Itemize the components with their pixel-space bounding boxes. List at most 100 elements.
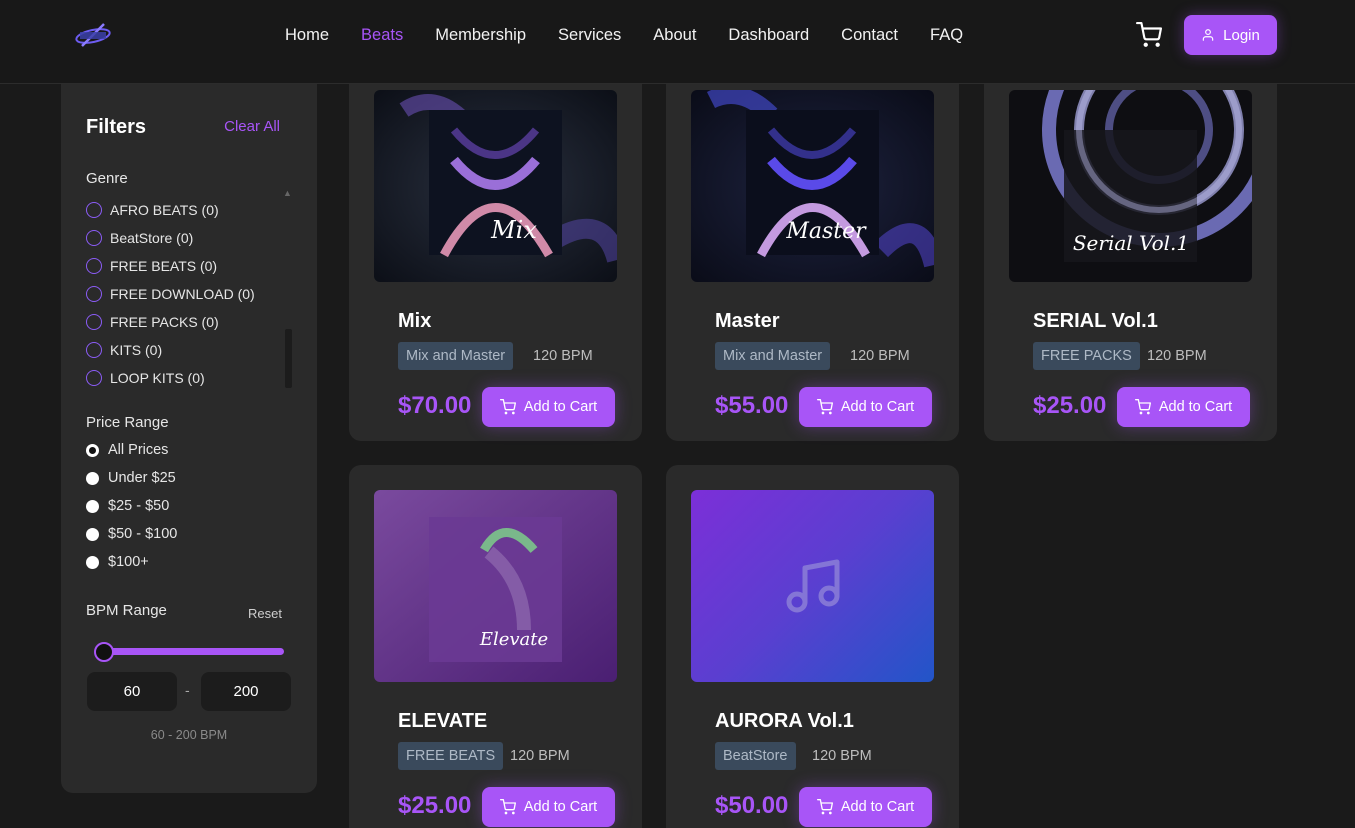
nav-dashboard[interactable]: Dashboard — [728, 24, 809, 46]
genre-scrollbar[interactable] — [285, 329, 292, 388]
nav-home[interactable]: Home — [285, 24, 329, 46]
bpm-value: 120 BPM — [1147, 348, 1207, 364]
beat-title[interactable]: Master — [715, 310, 779, 333]
price-option-label: Under $25 — [108, 470, 176, 486]
beat-card[interactable]: Mix Mix Mix and Master 120 BPM $70.00 Ad… — [349, 65, 642, 441]
genre-option-label: KITS (0) — [110, 342, 163, 358]
bpm-reset-button[interactable]: Reset — [248, 606, 282, 621]
price-option-label: $100+ — [108, 554, 149, 570]
genre-option[interactable]: KITS (0) — [86, 336, 286, 364]
genre-tag: FREE PACKS — [1033, 342, 1140, 370]
login-label: Login — [1223, 26, 1260, 44]
bpm-value: 120 BPM — [510, 748, 570, 764]
login-button[interactable]: Login — [1184, 15, 1277, 55]
radio-icon — [86, 555, 99, 569]
cover-script: Mix — [490, 216, 537, 244]
cart-icon — [816, 399, 833, 415]
bpm-slider-track[interactable] — [95, 648, 284, 655]
scroll-up-icon[interactable]: ▲ — [283, 188, 292, 198]
genre-option-label: FREE PACKS (0) — [110, 314, 219, 330]
filters-title: Filters — [86, 116, 147, 138]
beat-title[interactable]: AURORA Vol.1 — [715, 710, 854, 733]
beat-title[interactable]: ELEVATE — [398, 710, 487, 733]
genre-option[interactable]: LOOP KITS (0) — [86, 364, 286, 392]
cart-icon — [816, 799, 833, 815]
logo[interactable] — [74, 20, 112, 50]
cart-icon — [499, 799, 516, 815]
cover-art[interactable] — [691, 490, 934, 682]
beat-card[interactable]: Serial Vol.1 SERIAL Vol.1 FREE PACKS 120… — [984, 65, 1277, 441]
genre-option-label: LOOP KITS (0) — [110, 370, 205, 386]
add-to-cart-button[interactable]: Add to Cart — [482, 387, 615, 427]
genre-tag: Mix and Master — [715, 342, 831, 370]
bpm-max-input[interactable] — [201, 672, 291, 711]
radio-icon — [86, 314, 102, 330]
add-to-cart-label: Add to Cart — [523, 399, 598, 415]
cart-button[interactable] — [1136, 22, 1162, 48]
radio-icon — [86, 370, 102, 386]
nav-beats[interactable]: Beats — [361, 24, 403, 46]
genre-option[interactable]: BeatStore (0) — [86, 224, 286, 252]
nav-about[interactable]: About — [653, 24, 696, 46]
cover-script: Master — [785, 219, 867, 244]
genre-option[interactable]: FREE BEATS (0) — [86, 252, 286, 280]
cover-art[interactable]: Serial Vol.1 — [1009, 90, 1252, 282]
cart-icon — [1136, 22, 1162, 47]
bpm-min-input[interactable] — [87, 672, 177, 711]
cover-art[interactable]: Master — [691, 90, 934, 282]
bpm-value: 120 BPM — [812, 748, 872, 764]
beat-card[interactable]: Elevate ELEVATE FREE BEATS 120 BPM $25.0… — [349, 465, 642, 828]
user-icon — [1202, 29, 1214, 41]
genre-option-label: BeatStore (0) — [110, 230, 194, 246]
genre-option-label: AFRO BEATS (0) — [110, 202, 219, 218]
genre-option[interactable]: FREE PACKS (0) — [86, 308, 286, 336]
price-option[interactable]: $25 - $50 — [86, 492, 177, 520]
cart-icon — [1134, 399, 1151, 415]
price-option-label: $50 - $100 — [108, 526, 178, 542]
main-nav: Home Beats Membership Services About Das… — [285, 24, 995, 46]
radio-icon — [86, 258, 102, 274]
radio-checked-icon — [86, 443, 99, 457]
site-header: Home Beats Membership Services About Das… — [0, 0, 1355, 84]
bpm-range-label: BPM Range — [86, 602, 167, 619]
radio-icon — [86, 499, 99, 513]
cover-script: Elevate — [479, 629, 548, 650]
price-range-list: All Prices Under $25 $25 - $50 $50 - $10… — [86, 436, 177, 576]
genre-option[interactable]: FREE DOWNLOAD (0) — [86, 280, 286, 308]
nav-services[interactable]: Services — [558, 24, 621, 46]
clear-all-button[interactable]: Clear All — [224, 118, 280, 135]
add-to-cart-button[interactable]: Add to Cart — [482, 787, 615, 827]
beat-price: $55.00 — [715, 392, 789, 419]
price-option[interactable]: All Prices — [86, 436, 177, 464]
price-option[interactable]: $100+ — [86, 548, 177, 576]
cover-art[interactable]: Elevate — [374, 490, 617, 682]
price-option[interactable]: Under $25 — [86, 464, 177, 492]
beat-title[interactable]: Mix — [398, 310, 431, 333]
price-option[interactable]: $50 - $100 — [86, 520, 177, 548]
beat-card[interactable]: Master Master Mix and Master 120 BPM $55… — [666, 65, 959, 441]
radio-icon — [86, 527, 99, 541]
genre-option-label: FREE DOWNLOAD (0) — [110, 286, 255, 302]
bpm-slider-thumb[interactable] — [94, 642, 114, 662]
add-to-cart-label: Add to Cart — [840, 399, 915, 415]
nav-contact[interactable]: Contact — [841, 24, 898, 46]
filters-panel: Filters Clear All Genre AFRO BEATS (0) B… — [61, 84, 317, 793]
genre-option-label: FREE BEATS (0) — [110, 258, 218, 274]
nav-membership[interactable]: Membership — [435, 24, 526, 46]
beat-title[interactable]: SERIAL Vol.1 — [1033, 310, 1158, 333]
cart-icon — [499, 399, 516, 415]
genre-tag: FREE BEATS — [398, 742, 504, 770]
add-to-cart-button[interactable]: Add to Cart — [1117, 387, 1250, 427]
add-to-cart-button[interactable]: Add to Cart — [799, 387, 932, 427]
cover-art[interactable]: Mix — [374, 90, 617, 282]
bpm-range-summary: 60 - 200 BPM — [150, 728, 228, 742]
price-option-label: All Prices — [108, 442, 169, 458]
add-to-cart-label: Add to Cart — [840, 799, 915, 815]
nav-faq[interactable]: FAQ — [930, 24, 963, 46]
add-to-cart-button[interactable]: Add to Cart — [799, 787, 932, 827]
bpm-value: 120 BPM — [533, 348, 593, 364]
genre-list: AFRO BEATS (0) BeatStore (0) FREE BEATS … — [86, 196, 286, 392]
beat-price: $25.00 — [398, 792, 472, 819]
genre-option[interactable]: AFRO BEATS (0) — [86, 196, 286, 224]
beat-card[interactable]: AURORA Vol.1 BeatStore 120 BPM $50.00 Ad… — [666, 465, 959, 828]
